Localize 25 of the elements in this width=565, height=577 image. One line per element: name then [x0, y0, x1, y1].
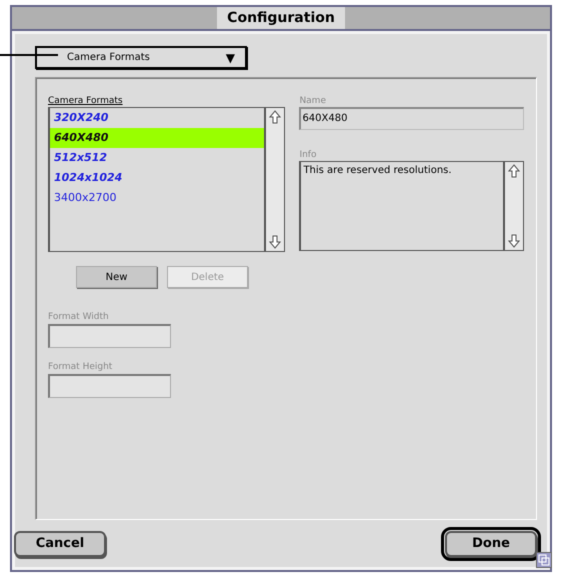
list-item[interactable]: 320X240	[50, 108, 264, 128]
field-label: Format Height	[48, 362, 114, 373]
resize-icon[interactable]	[536, 552, 552, 568]
field-label: Format Width	[48, 312, 110, 323]
list-label: Camera Formats	[48, 96, 124, 107]
new-button[interactable]: New	[76, 266, 157, 288]
scroll-up-icon[interactable]	[508, 164, 520, 178]
info-text: This are reserved resolutions.	[302, 164, 453, 178]
scroll-up-icon[interactable]	[269, 110, 282, 124]
scroll-bar[interactable]	[503, 162, 523, 250]
field-label: Name	[299, 96, 327, 107]
list-item[interactable]: 3400x2700	[50, 188, 264, 208]
cancel-button[interactable]: Cancel	[14, 530, 106, 556]
category-dropdown[interactable]: Camera Formats ▼	[35, 46, 247, 69]
field-label: Info	[299, 150, 318, 161]
scroll-down-icon[interactable]	[269, 235, 282, 249]
input-field[interactable]: 640X480	[299, 107, 524, 130]
list-item[interactable]: 1024x1024	[50, 168, 264, 188]
list-item[interactable]: 512x512	[50, 148, 264, 168]
window-title: Configuration	[217, 7, 345, 29]
scroll-bar[interactable]	[264, 108, 284, 251]
scroll-down-icon[interactable]	[508, 234, 520, 248]
leader-line	[0, 54, 58, 56]
text-area[interactable]: This are reserved resolutions.	[299, 161, 524, 251]
list-item[interactable]: 640X480	[50, 128, 264, 148]
